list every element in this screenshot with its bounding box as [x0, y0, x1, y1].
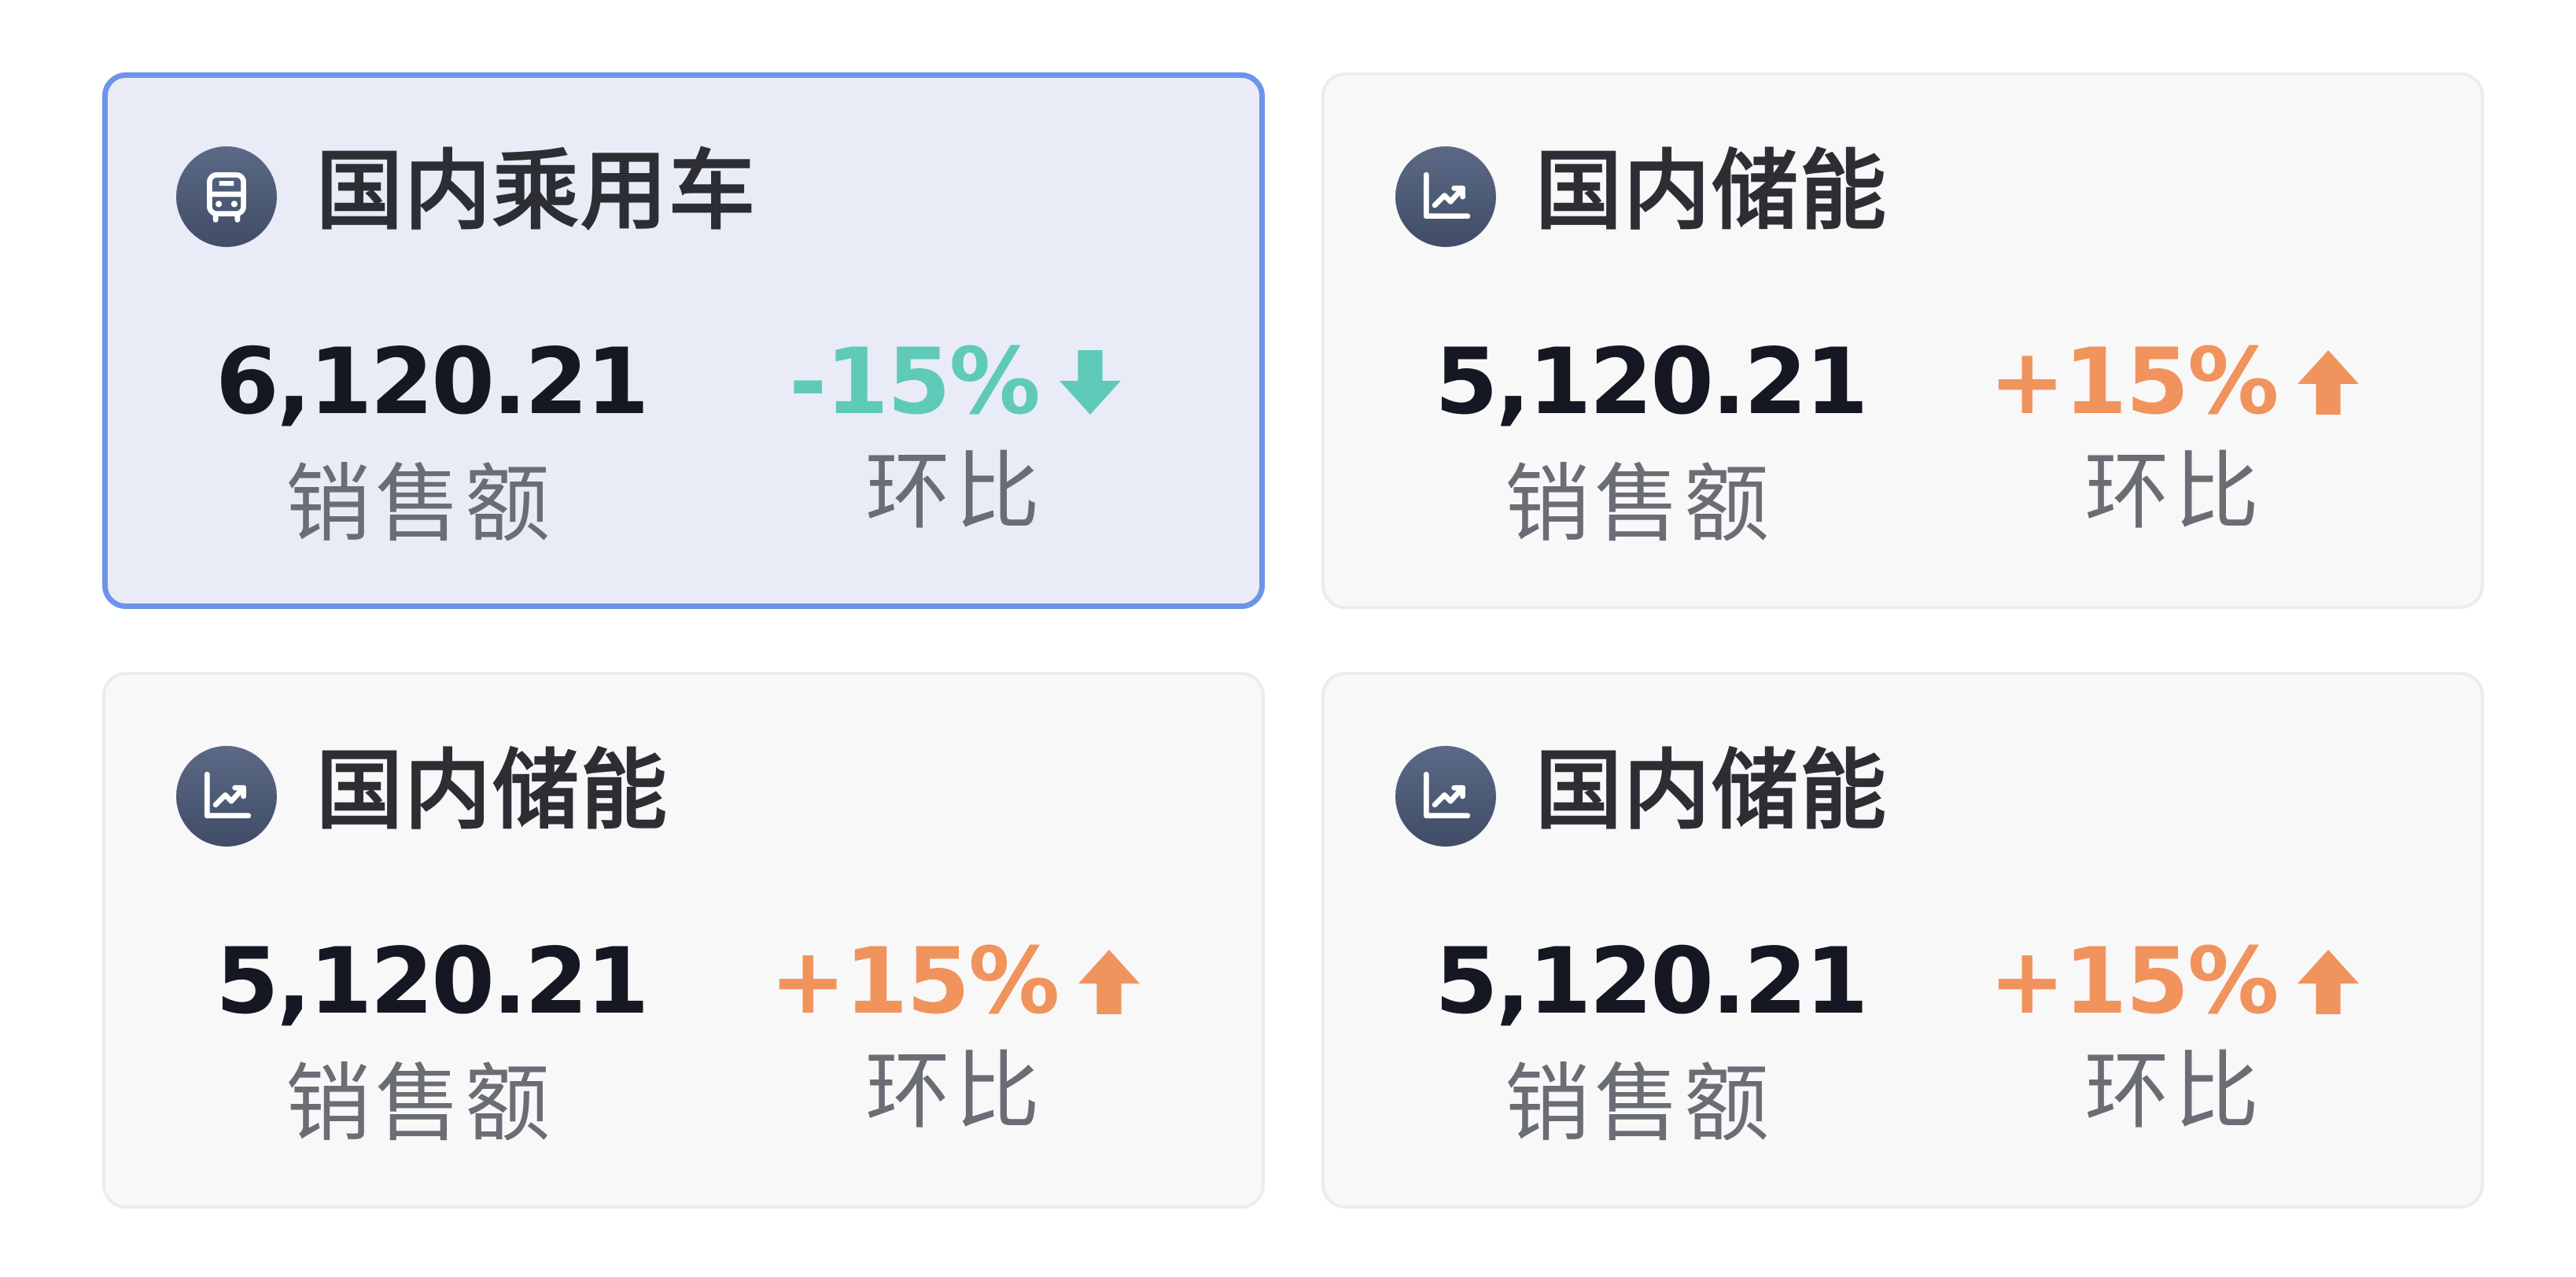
card-title: 国内储能	[1535, 141, 1888, 242]
change-indicator: +15%	[1989, 327, 2360, 437]
sales-value: 5,120.21	[1435, 928, 1868, 1035]
stat-card-passenger-car[interactable]: 国内乘用车 6,120.21 销售额 -15% 环比	[102, 72, 1265, 609]
stat-card-energy-storage[interactable]: 国内储能 5,120.21 销售额 +15% 环比	[102, 672, 1265, 1209]
change-value: +15%	[1988, 329, 2279, 435]
sales-stat: 5,120.21 销售额	[216, 927, 649, 1160]
change-label: 环比	[864, 443, 1045, 541]
sales-label: 销售额	[1504, 456, 1774, 554]
change-value: -15%	[789, 329, 1041, 435]
change-label: 环比	[2084, 1043, 2264, 1141]
card-title: 国内乘用车	[316, 141, 757, 242]
change-value: +15%	[769, 928, 1060, 1035]
change-stat: +15% 环比	[1954, 327, 2394, 548]
change-stat: -15% 环比	[735, 327, 1175, 548]
stat-card-energy-storage[interactable]: 国内储能 5,120.21 销售额 +15% 环比	[1321, 672, 2484, 1209]
sales-stat: 5,120.21 销售额	[1435, 927, 1868, 1160]
sales-label: 销售额	[285, 1055, 555, 1153]
trend-chart-icon	[1395, 146, 1496, 247]
arrow-up-icon	[2298, 950, 2360, 1014]
sales-label: 销售额	[1504, 1055, 1774, 1153]
sales-label: 销售额	[285, 456, 555, 554]
change-stat: +15% 环比	[1954, 927, 2394, 1147]
card-title: 国内储能	[1535, 740, 1888, 841]
change-stat: +15% 环比	[735, 927, 1175, 1147]
trend-chart-icon	[1395, 746, 1496, 847]
arrow-up-icon	[2298, 350, 2360, 415]
stat-card-grid: 国内乘用车 6,120.21 销售额 -15% 环比 国内储能 5,120.21…	[0, 0, 2576, 1277]
change-value: +15%	[1988, 928, 2279, 1035]
sales-stat: 6,120.21 销售额	[216, 327, 649, 560]
change-indicator: -15%	[789, 327, 1121, 437]
sales-value: 5,120.21	[1435, 329, 1868, 435]
arrow-up-icon	[1078, 950, 1141, 1014]
sales-value: 5,120.21	[216, 928, 649, 1035]
arrow-down-icon	[1059, 350, 1121, 415]
change-label: 环比	[864, 1043, 1045, 1141]
card-title: 国内储能	[316, 740, 669, 841]
change-label: 环比	[2084, 443, 2264, 541]
bus-icon	[176, 146, 277, 247]
change-indicator: +15%	[770, 927, 1141, 1037]
change-indicator: +15%	[1989, 927, 2360, 1037]
sales-stat: 5,120.21 销售额	[1435, 327, 1868, 560]
trend-chart-icon	[176, 746, 277, 847]
stat-card-energy-storage[interactable]: 国内储能 5,120.21 销售额 +15% 环比	[1321, 72, 2484, 609]
sales-value: 6,120.21	[216, 329, 649, 435]
